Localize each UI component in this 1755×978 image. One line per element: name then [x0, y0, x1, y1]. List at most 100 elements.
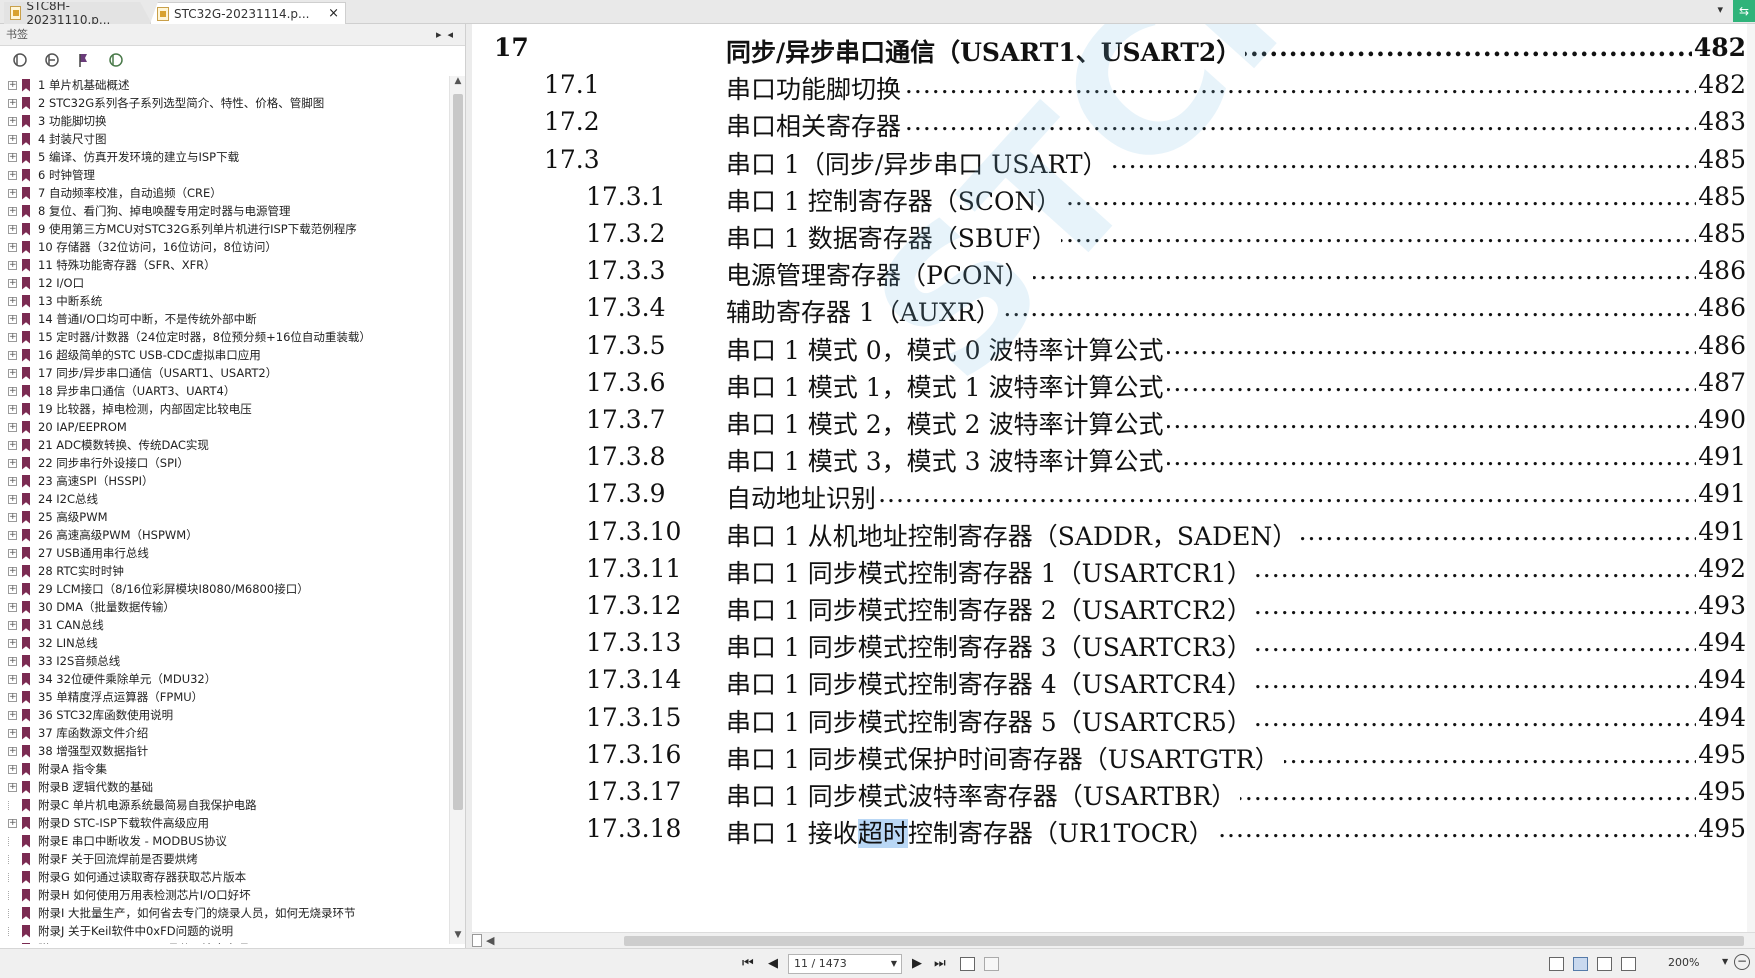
toc-entry[interactable]: 17......................................…: [472, 29, 1755, 69]
expand-icon[interactable]: +: [8, 692, 17, 702]
toc-entry[interactable]: 17.3.1..................................…: [472, 178, 1755, 218]
expand-icon[interactable]: +: [8, 620, 17, 630]
tab-stc8h[interactable]: STC8H-20231110.p...: [4, 2, 152, 24]
bookmark-item[interactable]: +19 比较器，掉电检测，内部固定比较电压: [0, 400, 446, 418]
bookmark-item[interactable]: +32 LIN总线: [0, 634, 446, 652]
previous-view-icon[interactable]: [960, 957, 975, 971]
bookmark-item[interactable]: +36 STC32库函数使用说明: [0, 706, 446, 724]
toc-entry[interactable]: 17.3.17.................................…: [472, 773, 1755, 813]
expand-icon[interactable]: +: [8, 170, 17, 180]
expand-icon[interactable]: +: [8, 260, 17, 270]
document-horizontal-scrollbar[interactable]: ◀: [472, 932, 1755, 948]
bookmark-item[interactable]: +28 RTC实时时钟: [0, 562, 446, 580]
bookmark-item[interactable]: +22 同步串行外设接口（SPI）: [0, 454, 446, 472]
expand-icon[interactable]: +: [8, 152, 17, 162]
toc-entry[interactable]: 17.3.16.................................…: [472, 736, 1755, 776]
bookmark-item[interactable]: +12 I/O口: [0, 274, 446, 292]
document-view[interactable]: 17......................................…: [472, 24, 1755, 932]
bookmark-item[interactable]: +13 中断系统: [0, 292, 446, 310]
bookmark-item[interactable]: +23 高速SPI（HSSPI）: [0, 472, 446, 490]
expand-icon[interactable]: +: [8, 206, 17, 216]
expand-icon[interactable]: +: [8, 530, 17, 540]
bookmark-item[interactable]: +6 时钟管理: [0, 166, 446, 184]
expand-icon[interactable]: +: [8, 422, 17, 432]
toc-entry[interactable]: 17.2....................................…: [472, 103, 1755, 144]
toc-entry[interactable]: 17.3.2..................................…: [472, 215, 1755, 255]
expand-icon[interactable]: +: [8, 782, 17, 792]
bookmark-item[interactable]: +10 存储器（32位访问，16位访问，8位访问）: [0, 238, 446, 256]
toc-entry[interactable]: 17.3.7..................................…: [472, 401, 1755, 441]
expand-icon[interactable]: +: [8, 80, 17, 90]
bookmark-item[interactable]: 附录C 单片机电源系统最简易自我保护电路: [0, 796, 446, 814]
zoom-level[interactable]: 200%: [1668, 956, 1699, 969]
expand-icon[interactable]: +: [8, 584, 17, 594]
toc-entry[interactable]: 17.3.13.................................…: [472, 624, 1755, 665]
continuous-view-icon[interactable]: [1573, 957, 1588, 971]
expand-icon[interactable]: +: [8, 494, 17, 504]
bookmark-item[interactable]: +4 封装尺寸图: [0, 130, 446, 148]
expand-icon[interactable]: +: [8, 458, 17, 468]
expand-icon[interactable]: +: [8, 242, 17, 252]
expand-icon[interactable]: +: [8, 746, 17, 756]
bookmark-item[interactable]: +3 功能脚切换: [0, 112, 446, 130]
expand-icon[interactable]: +: [8, 710, 17, 720]
next-page-icon[interactable]: ▶: [912, 956, 922, 971]
toc-entry[interactable]: 17.3....................................…: [472, 141, 1755, 181]
bookmark-item[interactable]: 附录F 关于回流焊前是否要烘烤: [0, 850, 446, 868]
bookmark-item[interactable]: 附录H 如何使用万用表检测芯片I/O口好坏: [0, 886, 446, 904]
close-icon[interactable]: ×: [328, 6, 339, 21]
bookmark-item[interactable]: +15 定时器/计数器（24位定时器，8位预分频+16位自动重装载）: [0, 328, 446, 346]
expand-icon[interactable]: +: [8, 332, 17, 342]
bookmark-item[interactable]: + 附录A 指令集: [0, 760, 446, 778]
expand-icon[interactable]: +: [8, 728, 17, 738]
bookmark-item[interactable]: +20 IAP/EEPROM: [0, 418, 446, 436]
bookmark-item[interactable]: +35 单精度浮点运算器（FPMU）: [0, 688, 446, 706]
page-number-input[interactable]: 11 / 1473 ▼: [788, 954, 902, 974]
expand-icon[interactable]: +: [8, 656, 17, 666]
chevron-down-icon[interactable]: ▼: [891, 955, 897, 973]
scrollbar-thumb[interactable]: [624, 936, 1744, 946]
bookmark-item[interactable]: +11 特殊功能寄存器（SFR、XFR）: [0, 256, 446, 274]
bookmark-settings-icon[interactable]: [108, 52, 124, 68]
expand-icon[interactable]: +: [8, 278, 17, 288]
scroll-left-icon[interactable]: ◀: [486, 934, 494, 947]
last-page-icon[interactable]: ⏭: [934, 956, 946, 971]
expand-icon[interactable]: +: [8, 98, 17, 108]
expand-icon[interactable]: +: [8, 224, 17, 234]
expand-icon[interactable]: +: [8, 476, 17, 486]
expand-icon[interactable]: +: [8, 350, 17, 360]
expand-icon[interactable]: +: [8, 512, 17, 522]
bookmark-item[interactable]: 附录I 大批量生产，如何省去专门的烧录人员，如何无烧录环节: [0, 904, 446, 922]
expand-icon[interactable]: +: [8, 602, 17, 612]
bookmark-item[interactable]: 附录K STC-USB Link1工具使用注意事项: [0, 940, 446, 944]
bookmark-item[interactable]: +21 ADC模数转换、传统DAC实现: [0, 436, 446, 454]
bookmark-item[interactable]: +38 增强型双数据指针: [0, 742, 446, 760]
bookmark-item[interactable]: +25 高级PWM: [0, 508, 446, 526]
tab-list-dropdown-icon[interactable]: ▾: [1717, 3, 1723, 16]
bookmark-item[interactable]: +30 DMA（批量数据传输）: [0, 598, 446, 616]
bookmark-item[interactable]: +5 编译、仿真开发环境的建立与ISP下载: [0, 148, 446, 166]
bookmark-item[interactable]: 附录E 串口中断收发 - MODBUS协议: [0, 832, 446, 850]
bookmark-item[interactable]: 附录G 如何通过读取寄存器获取芯片版本: [0, 868, 446, 886]
bookmark-item[interactable]: +33 I2S音频总线: [0, 652, 446, 670]
expand-icon[interactable]: +: [8, 404, 17, 414]
toc-entry[interactable]: 17.3.8..................................…: [472, 438, 1755, 479]
toc-entry[interactable]: 17.3.5..................................…: [472, 327, 1755, 367]
first-page-icon[interactable]: ⏮: [742, 956, 754, 971]
collapse-all-bookmark-icon[interactable]: [44, 52, 60, 68]
zoom-out-icon[interactable]: −: [1734, 954, 1750, 970]
expand-all-bookmark-icon[interactable]: [12, 52, 28, 68]
toc-entry[interactable]: 17.3.15.................................…: [472, 699, 1755, 739]
bookmark-item[interactable]: +16 超级简单的STC USB-CDC虚拟串口应用: [0, 346, 446, 364]
expand-icon[interactable]: +: [8, 440, 17, 450]
bookmark-item[interactable]: +2 STC32G系列各子系列选型简介、特性、价格、管脚图: [0, 94, 446, 112]
toc-entry[interactable]: 17.3.11.................................…: [472, 550, 1755, 590]
bookmark-item[interactable]: +9 使用第三方MCU对STC32G系列单片机进行ISP下载范例程序: [0, 220, 446, 238]
bookmark-scrollbar[interactable]: ▲ ▼: [449, 76, 465, 944]
swap-panel-icon[interactable]: ⇆: [1733, 0, 1755, 22]
bookmark-item[interactable]: +7 自动频率校准，自动追频（CRE）: [0, 184, 446, 202]
expand-icon[interactable]: +: [8, 638, 17, 648]
toc-entry[interactable]: 17.3.9..................................…: [472, 475, 1755, 516]
expand-icon[interactable]: +: [8, 134, 17, 144]
bookmark-item[interactable]: +31 CAN总线: [0, 616, 446, 634]
